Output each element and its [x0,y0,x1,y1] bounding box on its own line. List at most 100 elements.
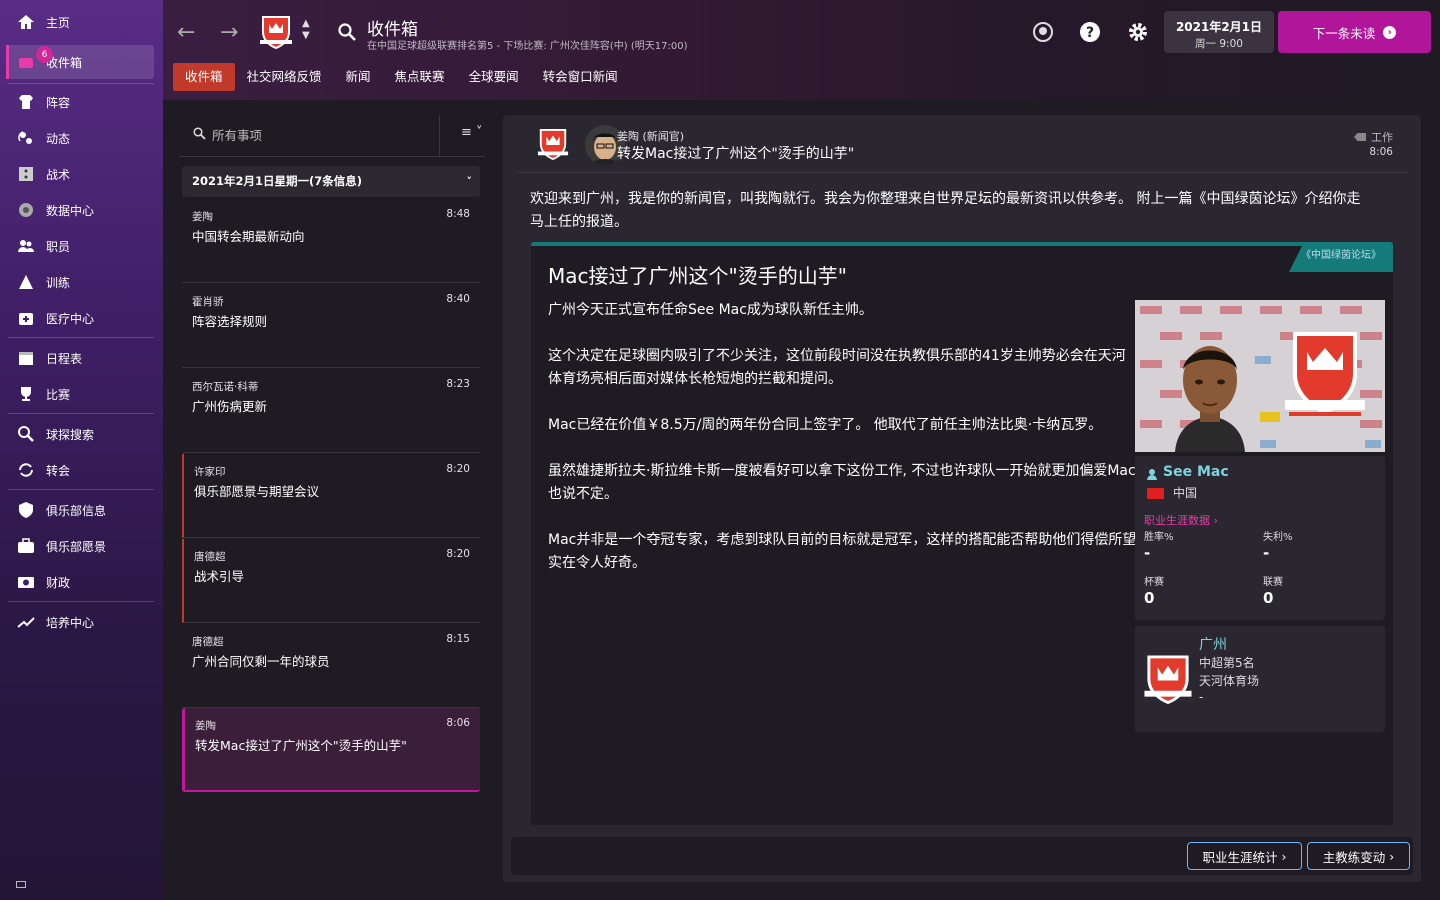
message-time: 8:15 [446,633,470,645]
sidebar-item-schedule[interactable]: 日程表 [8,341,154,375]
message-subject: 广州伤病更新 [192,399,268,414]
tab-news[interactable]: 新闻 [334,63,383,91]
chevron-down-icon: ˅ [466,175,473,188]
list-item[interactable]: 西尔瓦诺·科蒂 8:23 广州伤病更新 [182,369,480,453]
sidebar-item-medical[interactable]: 医疗中心 [8,301,154,335]
transfers-icon [16,460,36,480]
manager-name[interactable]: See Mac [1163,464,1229,480]
sidebar-item-club-vision[interactable]: 俱乐部愿景 [8,529,154,563]
career-stats-link[interactable]: 职业生涯数据 › [1144,512,1218,528]
tab-transfer-window-news[interactable]: 转会窗口新闻 [531,63,630,91]
message-sender: 姜陶 [192,211,213,223]
next-unread-button[interactable]: 下一条未读 › [1278,11,1431,53]
tab-focus-leagues[interactable]: 焦点联赛 [383,63,457,91]
sidebar-item-transfers[interactable]: 转会 [8,453,154,487]
message-time: 8:06 [1369,146,1393,158]
inbox-filter[interactable]: 所有事项 ≡ ˅ [179,113,485,157]
sidebar-item-label: 财政 [46,575,71,590]
sidebar-item-training[interactable]: 训练 [8,265,154,299]
sidebar-item-staff[interactable]: 职员 [8,229,154,263]
stat-label: 杯赛 [1144,577,1164,588]
sidebar-item-tactics[interactable]: 战术 [8,157,154,191]
club-name[interactable]: 广州 [1199,634,1227,654]
manager-changes-button[interactable]: 主教练变动 › [1307,842,1410,870]
message-sender: 唐德超 [192,636,224,648]
sidebar-item-finances[interactable]: 财政 [8,565,154,599]
forward-arrow-icon[interactable]: → [220,20,246,46]
scouting-icon [16,424,36,444]
divider [8,83,154,84]
tab-social-feedback[interactable]: 社交网络反馈 [235,63,334,91]
manager-nation: 中国 [1173,486,1198,500]
page-subtitle: 在中国足球超级联赛排名第5 - 下场比赛: 广州次佳阵容(中) (明天17:00… [367,41,688,52]
sidebar-item-inbox[interactable]: 6 收件箱 [6,45,154,79]
list-item[interactable]: 唐德超 8:20 战术引导 [182,539,480,623]
message-sender: 姜陶 [195,720,216,732]
sidebar-item-competitions[interactable]: 比赛 [8,377,154,411]
sidebar-item-squad[interactable]: 阵容 [8,85,154,119]
development-icon [16,612,36,632]
back-arrow-icon[interactable]: ← [177,20,203,46]
article-paragraph: 虽然雄捷斯拉夫·斯拉维卡斯一度被看好可以拿下这份工作, 不过也许球队一开始就更加… [548,463,1136,502]
message-subject: 转发Mac接过了广州这个"烫手的山芋" [195,738,407,753]
stat-value: - [1144,544,1151,562]
message-time: 8:40 [446,293,470,305]
club-switch-icon[interactable]: ▲ ▼ [302,18,310,42]
inbox-icon: 6 [16,46,53,72]
finances-icon [16,572,36,592]
svg-text:?: ? [1086,25,1094,41]
sort-menu-icon[interactable]: ≡ ˅ [461,125,483,140]
tab-inbox[interactable]: 收件箱 [173,63,235,91]
message-time: 8:23 [446,378,470,390]
article-body: 广州今天正式宣布任命See Mac成为球队新任主帅。 这个决定在足球圈内吸引了不… [548,299,1138,598]
list-item[interactable]: 姜陶 8:48 中国转会期最新动向 [182,199,480,283]
list-item-selected[interactable]: 姜陶 8:06 转发Mac接过了广州这个"烫手的山芋" [182,708,480,792]
fm-logo-icon[interactable] [1031,20,1055,44]
help-icon[interactable]: ? [1078,20,1102,44]
message-header: 姜陶 (新闻官) 转发Mac接过了广州这个"烫手的山芋" 工作 8:06 [517,115,1407,173]
sidebar-item-label: 比赛 [46,387,71,402]
search-icon[interactable] [337,22,357,46]
medical-icon [16,308,36,328]
sidebar-item-club-info[interactable]: 俱乐部信息 [8,493,154,527]
sidebar-item-label: 职员 [46,239,71,254]
battery-icon [16,881,26,888]
divider [8,489,154,490]
sidebar-item-label: 转会 [46,463,71,478]
message-intro: 欢迎来到广州，我是你的新闻官，叫我陶就行。我会为你整理来自世界足坛的最新资讯以供… [530,191,1361,230]
divider [8,413,154,414]
sidebar-item-label: 培养中心 [46,615,95,630]
message-time: 8:20 [446,548,470,560]
sidebar-item-label: 球探搜索 [46,427,95,442]
club-crest-icon[interactable] [259,14,293,54]
sidebar-item-development[interactable]: 培养中心 [8,605,154,639]
day-time-text: 周一 9:00 [1195,38,1243,50]
game-date[interactable]: 2021年2月1日 周一 9:00 [1164,11,1274,53]
tactics-icon [16,164,36,184]
article-source: 《中国绿茵论坛》 [1289,244,1393,272]
stat-label: 胜率% [1144,532,1174,543]
list-item[interactable]: 霍肖骄 8:40 阵容选择规则 [182,284,480,368]
tab-world-news[interactable]: 全球要闻 [457,63,531,91]
manager-card: See Mac 中国 职业生涯数据 › 胜率% - 失利% - 杯赛 0 联赛 … [1135,456,1385,620]
message-subject: 俱乐部愿景与期望会议 [194,484,320,499]
message-time: 8:06 [446,717,470,729]
list-item[interactable]: 许家印 8:20 俱乐部愿景与期望会议 [182,454,480,538]
message-time: 8:20 [446,463,470,475]
club-crest-icon [1144,655,1192,705]
sidebar: 主页 6 收件箱 阵容 动态 战术 数据中心 职员 训练 医疗中心 日程表 比赛 [0,0,163,900]
home-icon [16,12,36,32]
sidebar-item-dynamics[interactable]: 动态 [8,121,154,155]
sidebar-item-data-hub[interactable]: 数据中心 [8,193,154,227]
settings-gear-icon[interactable] [1126,20,1150,44]
sidebar-item-scouting[interactable]: 球探搜索 [8,417,154,451]
briefcase-icon [16,536,36,556]
divider [439,115,440,155]
date-group-header[interactable]: 2021年2月1日星期一(7条信息) ˅ [182,166,480,197]
career-stats-button[interactable]: 职业生涯统计 › [1187,842,1302,870]
list-item[interactable]: 唐德超 8:15 广州合同仅剩一年的球员 [182,624,480,708]
sidebar-item-label: 俱乐部愿景 [46,539,107,554]
stat-value: 0 [1263,589,1274,607]
sidebar-item-label: 动态 [46,131,71,146]
sidebar-item-home[interactable]: 主页 [8,5,154,39]
